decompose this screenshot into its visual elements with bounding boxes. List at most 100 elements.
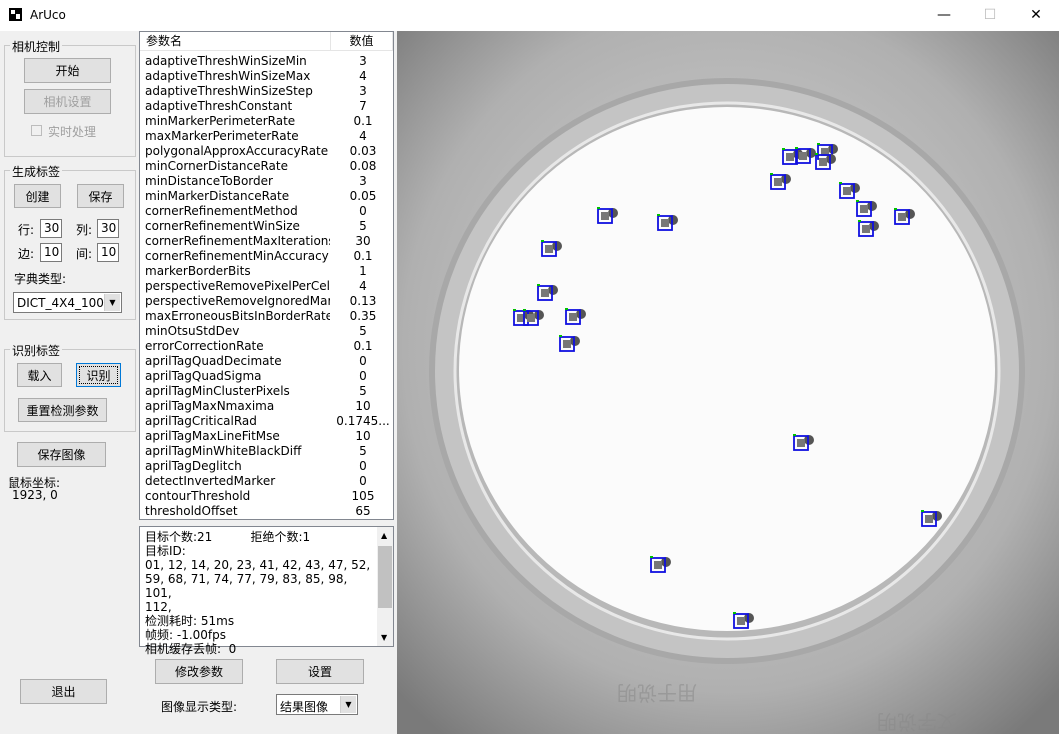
detect-button[interactable]: 识别 <box>76 363 121 387</box>
param-name-header[interactable]: 参数名 <box>140 32 331 51</box>
param-row[interactable]: minCornerDistanceRate 0.08 <box>140 159 393 174</box>
param-row[interactable]: markerBorderBits 1 <box>140 264 393 279</box>
param-row[interactable]: polygonalApproxAccuracyRate 0.03 <box>140 144 393 159</box>
param-value: 4 <box>359 129 367 143</box>
param-value: 4 <box>359 279 367 293</box>
marker-id-mark <box>513 309 516 311</box>
maximize-button[interactable]: ☐ <box>967 0 1013 31</box>
chevron-down-icon: ▼ <box>340 696 356 713</box>
settings-button[interactable]: 设置 <box>276 659 364 684</box>
marker-id-mark <box>921 510 924 512</box>
start-button[interactable]: 开始 <box>24 58 111 83</box>
modify-params-button[interactable]: 修改参数 <box>155 659 243 684</box>
scroll-up-icon[interactable]: ▲ <box>381 531 387 540</box>
param-row[interactable]: perspectiveRemoveIgnoredMar... 0.13 <box>140 294 393 309</box>
param-value: 0 <box>359 459 367 473</box>
detect-label: 识别标签 <box>10 342 63 359</box>
image-view[interactable]: 文字说明 用于说明 <box>397 31 1059 734</box>
param-value: 5 <box>359 219 367 233</box>
aruco-tag <box>774 178 782 186</box>
param-row[interactable]: maxMarkerPerimeterRate 4 <box>140 129 393 144</box>
param-row[interactable]: aprilTagMaxLineFitMse 10 <box>140 429 393 444</box>
param-name: aprilTagMinClusterPixels <box>145 384 290 398</box>
param-row[interactable]: cornerRefinementMaxIterations 30 <box>140 234 393 249</box>
param-row[interactable]: minMarkerDistanceRate 0.05 <box>140 189 393 204</box>
minimize-button[interactable]: — <box>921 0 967 31</box>
param-row[interactable]: minMarkerPerimeterRate 0.1 <box>140 114 393 129</box>
result-text: 目标个数:21 拒绝个数:1 目标ID: 01, 12, 14, 20, 23,… <box>145 530 371 656</box>
param-row[interactable]: aprilTagQuadSigma 0 <box>140 369 393 384</box>
aruco-tag <box>654 561 662 569</box>
cols-input[interactable]: 30 <box>97 219 119 238</box>
reset-params-button[interactable]: 重置检测参数 <box>18 398 107 422</box>
param-value: 0 <box>359 354 367 368</box>
save-image-button[interactable]: 保存图像 <box>17 442 106 467</box>
marker-id-mark <box>541 240 544 242</box>
marker-id-mark <box>858 220 861 222</box>
scroll-thumb[interactable] <box>378 546 392 608</box>
aruco-tag <box>601 212 609 220</box>
param-name: aprilTagCriticalRad <box>145 414 257 428</box>
param-row[interactable]: aprilTagCriticalRad 0.1745... <box>140 414 393 429</box>
param-row[interactable]: adaptiveThreshWinSizeStep 3 <box>140 84 393 99</box>
window-title: ArUco <box>30 8 66 22</box>
param-row[interactable]: minOtsuStdDev 5 <box>140 324 393 339</box>
param-name: minDistanceToBorder <box>145 174 273 188</box>
param-row[interactable]: aprilTagMinWhiteBlackDiff 5 <box>140 444 393 459</box>
dict-type-select[interactable]: DICT_4X4_1000 ▼ <box>13 292 122 313</box>
camera-settings-button[interactable]: 相机设置 <box>24 89 111 114</box>
param-row[interactable]: aprilTagQuadDecimate 0 <box>140 354 393 369</box>
dict-type-label: 字典类型: <box>14 272 67 286</box>
param-row[interactable]: cornerRefinementMethod 0 <box>140 204 393 219</box>
param-value: 0.05 <box>349 189 377 203</box>
dict-type-value: DICT_4X4_1000 <box>17 296 105 310</box>
param-row[interactable]: aprilTagMinClusterPixels 5 <box>140 384 393 399</box>
param-row[interactable]: adaptiveThreshWinSizeMin 3 <box>140 54 393 69</box>
result-scrollbar[interactable]: ▲ ▼ <box>377 527 393 646</box>
display-type-select[interactable]: 结果图像 ▼ <box>276 694 358 715</box>
load-button[interactable]: 载入 <box>17 363 62 387</box>
param-name: markerBorderBits <box>145 264 251 278</box>
param-row[interactable]: thresholdOffset 65 <box>140 504 393 519</box>
param-row[interactable]: maxErroneousBitsInBorderRate 0.35 <box>140 309 393 324</box>
realtime-checkbox[interactable] <box>31 125 42 136</box>
gap-input[interactable]: 10 <box>97 243 119 262</box>
param-row[interactable]: cornerRefinementWinSize 5 <box>140 219 393 234</box>
exit-button[interactable]: 退出 <box>20 679 107 704</box>
param-value: 3 <box>359 84 367 98</box>
save-button[interactable]: 保存 <box>77 184 124 208</box>
param-value: 0.35 <box>349 309 377 323</box>
param-table[interactable]: 参数名 数值 adaptiveThreshWinSizeMin 3 adaptive… <box>139 31 394 520</box>
display-type-label: 图像显示类型: <box>161 700 238 714</box>
param-name: perspectiveRemoveIgnoredMar... <box>145 294 330 308</box>
param-row[interactable]: aprilTagDeglitch 0 <box>140 459 393 474</box>
param-row[interactable]: adaptiveThreshConstant 7 <box>140 99 393 114</box>
param-row[interactable]: contourThreshold 105 <box>140 489 393 504</box>
result-textbox[interactable]: 目标个数:21 拒绝个数:1 目标ID: 01, 12, 14, 20, 23,… <box>139 526 394 656</box>
param-row[interactable]: errorCorrectionRate 0.1 <box>140 339 393 354</box>
param-row[interactable]: adaptiveThreshWinSizeMax 4 <box>140 69 393 84</box>
create-button[interactable]: 创建 <box>14 184 61 208</box>
param-value: 0.03 <box>349 144 377 158</box>
marker-id-mark <box>650 556 653 558</box>
param-value: 105 <box>351 489 375 503</box>
param-row[interactable]: aprilTagMaxNmaxima 10 <box>140 399 393 414</box>
aruco-tag <box>786 153 794 161</box>
aruco-tag <box>925 515 933 523</box>
param-name: minMarkerPerimeterRate <box>145 114 296 128</box>
border-input[interactable]: 10 <box>40 243 62 262</box>
param-value-header[interactable]: 数值 <box>331 32 393 51</box>
rows-label: 行: <box>18 223 35 237</box>
param-value: 4 <box>359 69 367 83</box>
close-button[interactable]: ✕ <box>1013 0 1059 31</box>
scroll-down-icon[interactable]: ▼ <box>381 633 387 642</box>
param-row[interactable]: perspectiveRemovePixelPerCell 4 <box>140 279 393 294</box>
param-value: 0 <box>359 474 367 488</box>
rows-input[interactable]: 30 <box>40 219 62 238</box>
param-value: 5 <box>359 384 367 398</box>
param-row[interactable]: minDistanceToBorder 3 <box>140 174 393 189</box>
param-row[interactable]: cornerRefinementMinAccuracy 0.1 <box>140 249 393 264</box>
param-row[interactable]: detectInvertedMarker 0 <box>140 474 393 489</box>
title-bar: ArUco — ☐ ✕ <box>0 0 1059 31</box>
marker-id-mark <box>733 612 736 614</box>
